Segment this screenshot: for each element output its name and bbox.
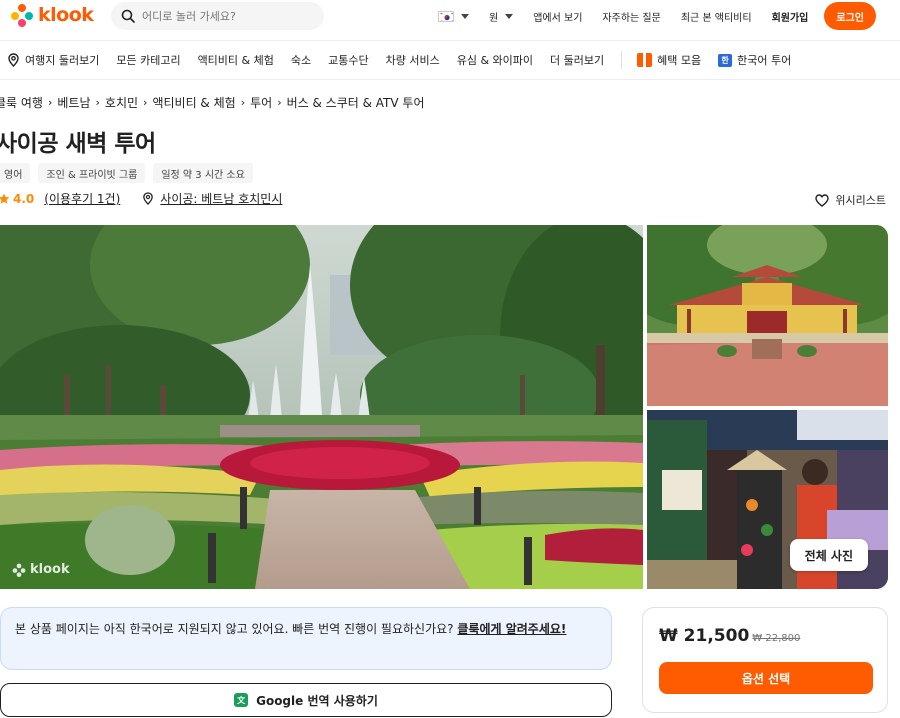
search-bar[interactable] bbox=[111, 2, 324, 30]
product-meta: 4.0 (이용후기 1건) 사이공: 베트남 호치민시 bbox=[0, 190, 282, 207]
main-photo-park-fountain[interactable]: klook bbox=[0, 225, 643, 589]
heart-icon bbox=[815, 193, 830, 207]
breadcrumb: 클룩 여행 › 베트남 › 호치민 › 액티비티 & 체험 › 투어 › 버스 & 스쿠터… bbox=[0, 94, 424, 111]
nav-activities[interactable]: 액티비티 & 체험 bbox=[198, 52, 274, 68]
google-translate-icon: 文 bbox=[234, 693, 249, 707]
login-label: 로그인 bbox=[836, 12, 864, 24]
app-download-link[interactable]: 앱에서 보기 bbox=[533, 9, 582, 24]
nav-divider bbox=[621, 51, 623, 69]
category-nav: 여행지 둘러보기 모든 카테고리 액티비티 & 체험 숙소 교통수단 차량 서비… bbox=[0, 40, 900, 80]
wishlist-button[interactable]: 위시리스트 bbox=[815, 192, 886, 208]
nav-label: 숙소 bbox=[290, 54, 312, 67]
logo-text: klook bbox=[38, 4, 94, 26]
klook-logo-icon bbox=[12, 563, 26, 577]
location-label: 사이공: 베트남 호치민시 bbox=[160, 192, 283, 206]
notice-text: 본 상품 페이지는 아직 한국어로 지원되지 않고 있어요. 빠른 번역 진행이… bbox=[15, 622, 458, 636]
klook-watermark: klook bbox=[12, 562, 70, 577]
klook-logo-icon bbox=[11, 4, 33, 27]
nav-label: 유심 & 와이파이 bbox=[456, 54, 533, 67]
tag-language: 영어 bbox=[0, 163, 31, 183]
location-pin-icon bbox=[8, 53, 19, 67]
nav-label: 더 둘러보기 bbox=[550, 54, 605, 67]
view-all-photos-label: 전체 사진 bbox=[804, 548, 853, 563]
chevron-right-icon: › bbox=[277, 96, 282, 109]
recently-viewed-label: 최근 본 액티비티 bbox=[680, 12, 752, 24]
breadcrumb-item[interactable]: 투어 bbox=[250, 94, 272, 111]
photo-temple[interactable] bbox=[647, 225, 888, 406]
chevron-right-icon: › bbox=[240, 96, 246, 109]
location-pin-icon bbox=[143, 192, 154, 205]
tag-duration: 일정 약 3 시간 소요 bbox=[153, 163, 253, 183]
currency-label: 원 bbox=[489, 12, 499, 24]
nav-label: 차량 서비스 bbox=[385, 54, 440, 67]
faq-link[interactable]: 자주하는 질문 bbox=[602, 9, 660, 24]
signup-link[interactable]: 회원가입 bbox=[772, 9, 809, 24]
current-price: ₩ 21,500 bbox=[659, 626, 750, 646]
photo-gallery: klook 전체 사진 bbox=[0, 225, 888, 590]
faq-label: 자주하는 질문 bbox=[602, 12, 661, 24]
nav-explore-label: 여행지 둘러보기 bbox=[25, 54, 100, 67]
nav-explore-destinations[interactable]: 여행지 둘러보기 bbox=[7, 52, 99, 68]
breadcrumb-item[interactable]: 버스 & 스쿠터 & ATV 투어 bbox=[287, 94, 425, 111]
breadcrumb-item[interactable]: 클룩 여행 bbox=[0, 94, 43, 111]
nav-transport[interactable]: 교통수단 bbox=[328, 52, 368, 68]
nav-label: 액티비티 & 체험 bbox=[197, 54, 274, 67]
signup-label: 회원가입 bbox=[771, 12, 809, 24]
watermark-text: klook bbox=[30, 562, 70, 577]
header-right: 원 앱에서 보기 자주하는 질문 최근 본 액티비티 회원가입 로그인 bbox=[418, 2, 876, 30]
photo-market[interactable]: 전체 사진 bbox=[647, 410, 888, 589]
chevron-right-icon: › bbox=[143, 96, 148, 109]
chevron-down-icon bbox=[461, 13, 470, 19]
nav-korean-tour-label: 한국어 투어 bbox=[737, 54, 792, 67]
search-icon bbox=[121, 9, 135, 23]
product-tags: 영어 조인 & 프라이빗 그룹 일정 약 3 시간 소요 bbox=[0, 163, 253, 183]
view-all-photos-button[interactable]: 전체 사진 bbox=[789, 539, 868, 571]
notify-klook-link[interactable]: 클룩에게 알려주세요! bbox=[457, 622, 566, 636]
star-icon bbox=[0, 193, 10, 204]
price-box: ₩ 21,500 ₩ 22,800 옵션 선택 bbox=[642, 607, 888, 713]
search-input[interactable] bbox=[142, 9, 312, 23]
app-download-label: 앱에서 보기 bbox=[533, 12, 583, 24]
nav-korean-tour[interactable]: 한 한국어 투어 bbox=[718, 52, 791, 68]
select-option-label: 옵션 선택 bbox=[741, 671, 791, 686]
original-price: ₩ 22,800 bbox=[752, 633, 801, 644]
nav-hotels[interactable]: 숙소 bbox=[291, 52, 311, 68]
page-title: 사이공 새벽 투어 bbox=[0, 131, 156, 157]
tag-group-type: 조인 & 프라이빗 그룹 bbox=[38, 163, 146, 183]
chevron-down-icon bbox=[505, 13, 514, 19]
location-link[interactable]: 사이공: 베트남 호치민시 bbox=[142, 190, 282, 207]
klook-logo[interactable]: klook bbox=[10, 3, 94, 27]
wishlist-label: 위시리스트 bbox=[835, 194, 886, 207]
nav-car-services[interactable]: 차량 서비스 bbox=[386, 52, 440, 68]
korean-tour-icon: 한 bbox=[718, 53, 733, 67]
google-brand: Google bbox=[256, 693, 304, 708]
nav-deals-label: 혜택 모음 bbox=[657, 54, 702, 67]
breadcrumb-item[interactable]: 액티비티 & 체험 bbox=[152, 94, 235, 111]
chevron-right-icon: › bbox=[47, 96, 53, 109]
currency-selector[interactable]: 원 bbox=[489, 9, 514, 24]
breadcrumb-item[interactable]: 베트남 bbox=[57, 94, 90, 111]
korea-flag-icon bbox=[438, 10, 455, 22]
breadcrumb-item[interactable]: 호치민 bbox=[105, 94, 138, 111]
chevron-right-icon: › bbox=[95, 96, 100, 109]
nav-more[interactable]: 더 둘러보기 bbox=[550, 52, 604, 68]
gift-icon bbox=[637, 53, 653, 67]
login-button[interactable]: 로그인 bbox=[824, 2, 876, 30]
nav-label: 모든 카테고리 bbox=[116, 54, 181, 67]
nav-all-categories[interactable]: 모든 카테고리 bbox=[116, 52, 180, 68]
translation-notice: 본 상품 페이지는 아직 한국어로 지원되지 않고 있어요. 빠른 번역 진행이… bbox=[0, 607, 612, 670]
nav-deals[interactable]: 혜택 모음 bbox=[637, 52, 701, 68]
language-selector[interactable] bbox=[438, 10, 470, 22]
top-header: klook 원 앱에서 보기 bbox=[0, 0, 900, 34]
reviews-link[interactable]: (이용후기 1건) bbox=[44, 190, 120, 207]
rating-value: 4.0 bbox=[13, 191, 35, 206]
google-translate-label: 번역 사용하기 bbox=[303, 693, 378, 708]
select-option-button[interactable]: 옵션 선택 bbox=[659, 662, 873, 694]
nav-sim-wifi[interactable]: 유심 & 와이파이 bbox=[457, 52, 533, 68]
nav-label: 교통수단 bbox=[328, 54, 369, 67]
price: ₩ 21,500 ₩ 22,800 bbox=[659, 626, 800, 646]
recently-viewed-link[interactable]: 최근 본 액티비티 bbox=[681, 9, 752, 24]
google-translate-button[interactable]: 文 Google 번역 사용하기 bbox=[0, 683, 612, 717]
